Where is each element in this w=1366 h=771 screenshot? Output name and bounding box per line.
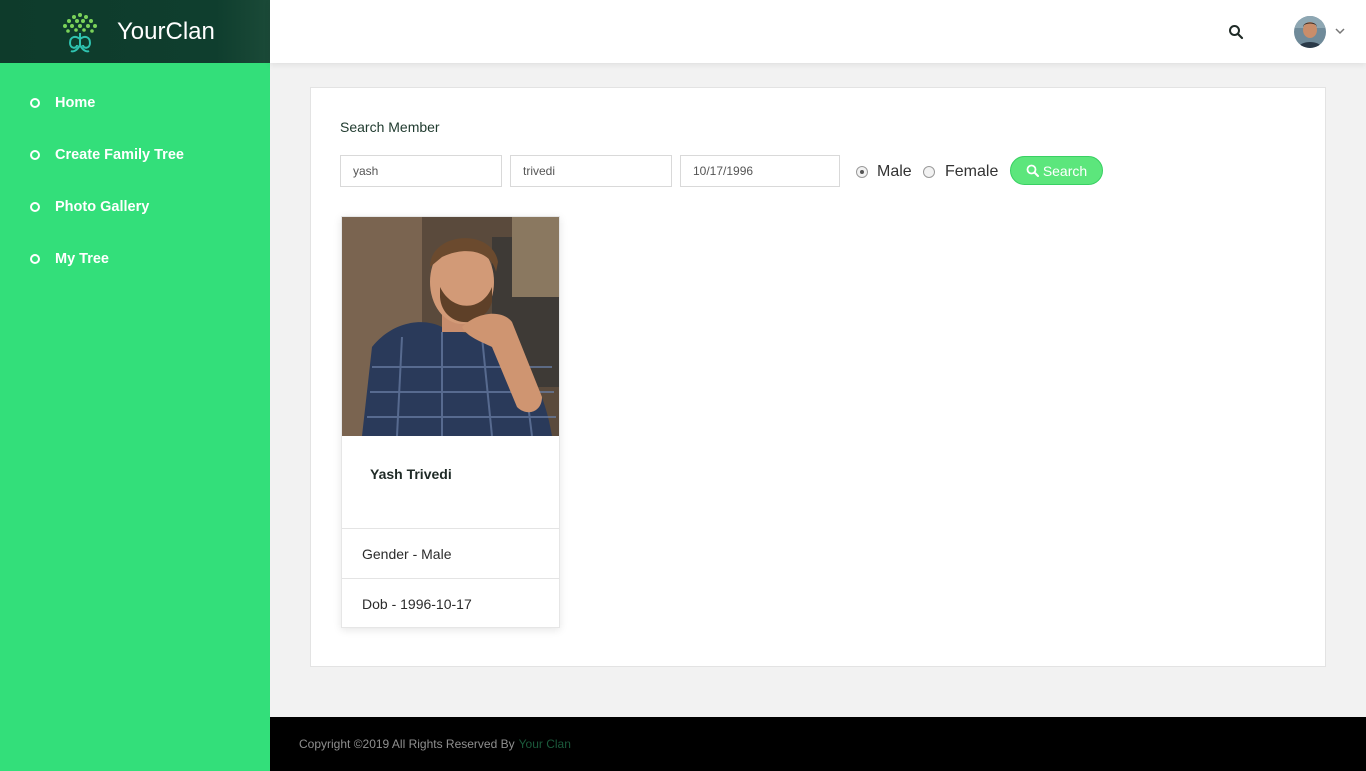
search-icon bbox=[1026, 164, 1039, 177]
tree-logo-icon bbox=[63, 12, 97, 52]
topbar bbox=[270, 0, 1366, 63]
sidebar-item-home[interactable]: Home bbox=[0, 77, 270, 129]
gender-female-label[interactable]: Female bbox=[945, 163, 998, 181]
page-title: Search Member bbox=[340, 119, 440, 135]
member-dob: Dob - 1996-10-17 bbox=[342, 578, 559, 628]
member-gender: Gender - Male bbox=[342, 528, 559, 578]
sidebar: YourClan Home Create Family Tree Photo G… bbox=[0, 0, 270, 771]
bullet-circle-icon bbox=[30, 254, 40, 264]
search-button-label: Search bbox=[1042, 162, 1088, 179]
last-name-input[interactable]: trivedi bbox=[510, 155, 672, 187]
dob-input[interactable]: 10/17/1996 bbox=[680, 155, 840, 187]
chevron-down-icon[interactable] bbox=[1334, 25, 1346, 37]
sidebar-item-my-tree[interactable]: My Tree bbox=[0, 233, 270, 285]
user-avatar[interactable] bbox=[1294, 16, 1326, 48]
search-member-panel: Search Member yash trivedi 10/17/1996 Ma… bbox=[310, 87, 1326, 667]
sidebar-item-create-family-tree[interactable]: Create Family Tree bbox=[0, 129, 270, 181]
gender-female-radio[interactable] bbox=[923, 166, 935, 178]
member-card[interactable]: Yash Trivedi Gender - Male Dob - 1996-10… bbox=[341, 216, 560, 628]
member-name: Yash Trivedi bbox=[370, 466, 452, 482]
brand-name: YourClan bbox=[117, 17, 215, 45]
sidebar-item-photo-gallery[interactable]: Photo Gallery bbox=[0, 181, 270, 233]
sidebar-item-label: Create Family Tree bbox=[55, 147, 184, 163]
sidebar-nav: Home Create Family Tree Photo Gallery My… bbox=[0, 63, 270, 285]
gender-male-radio[interactable] bbox=[856, 166, 868, 178]
first-name-input[interactable]: yash bbox=[340, 155, 502, 187]
gender-male-label[interactable]: Male bbox=[877, 163, 912, 181]
search-icon[interactable] bbox=[1228, 24, 1244, 40]
sidebar-item-label: My Tree bbox=[55, 251, 109, 267]
bullet-circle-icon bbox=[30, 98, 40, 108]
member-photo bbox=[342, 217, 559, 436]
brand-header[interactable]: YourClan bbox=[0, 0, 270, 63]
footer: Copyright ©2019 All Rights Reserved By Y… bbox=[270, 717, 1366, 771]
sidebar-item-label: Photo Gallery bbox=[55, 199, 150, 215]
bullet-circle-icon bbox=[30, 150, 40, 160]
bullet-circle-icon bbox=[30, 202, 40, 212]
sidebar-item-label: Home bbox=[55, 95, 96, 111]
footer-link[interactable]: Your Clan bbox=[519, 737, 571, 751]
footer-copyright: Copyright ©2019 All Rights Reserved By bbox=[299, 737, 515, 751]
search-button[interactable]: Search bbox=[1010, 156, 1103, 185]
